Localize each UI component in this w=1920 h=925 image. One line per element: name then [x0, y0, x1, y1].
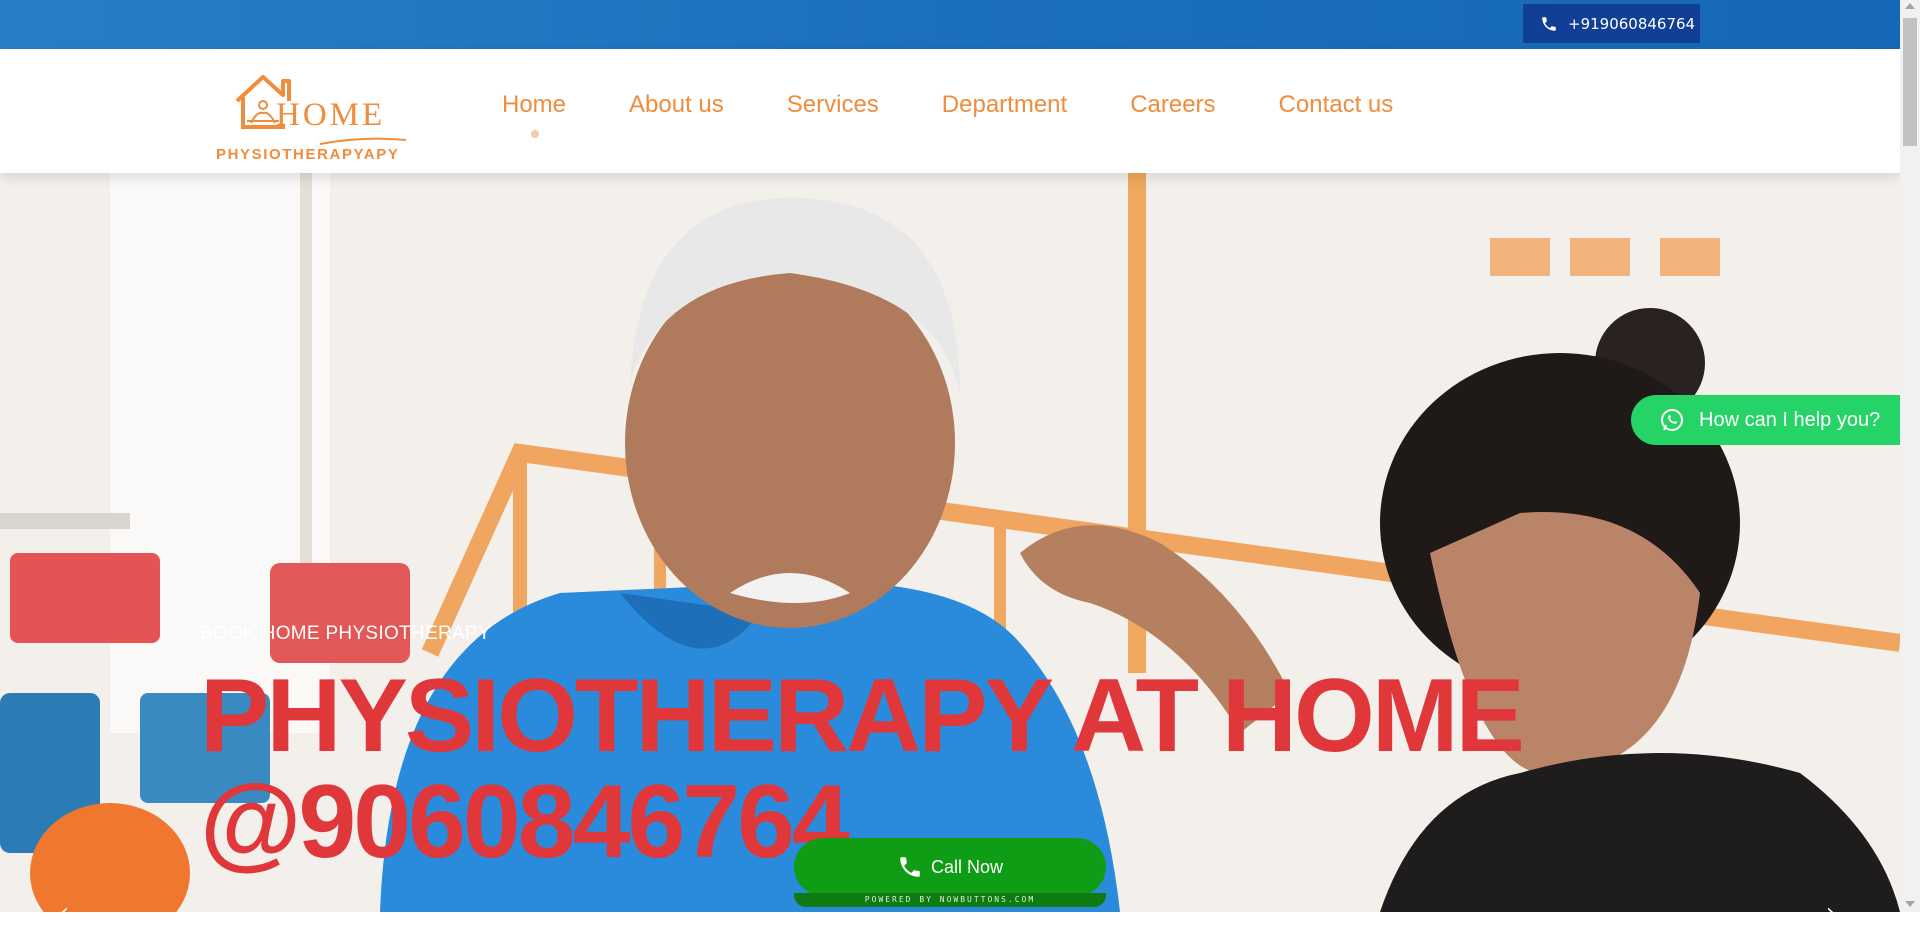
nav-item-contact-us[interactable]: Contact us — [1279, 91, 1394, 119]
active-indicator — [531, 130, 539, 138]
top-bar: +919060846764 — [0, 0, 1900, 49]
nav-item-label: Department — [941, 91, 1068, 118]
hero-slider: BOOK HOME PHYSIOTHERAPY PHYSIOTHERAPY AT… — [0, 173, 1900, 912]
top-phone-number: +919060846764 — [1568, 14, 1696, 33]
hero-headline-line-1: PHYSIOTHERAPY AT HOME — [200, 658, 1525, 774]
main-navbar: HOME PHYSIOTHERAPYAPY Home About us Serv… — [0, 49, 1900, 173]
nav-item-home[interactable]: Home — [502, 91, 567, 138]
scroll-down-arrow-icon[interactable] — [1905, 901, 1915, 907]
phone-icon — [900, 857, 920, 877]
nav-item-label: Contact us — [1278, 91, 1394, 118]
scroll-thumb[interactable] — [1903, 18, 1917, 146]
whatsapp-icon — [1661, 409, 1683, 431]
hero-eyebrow: BOOK HOME PHYSIOTHERAPY — [200, 623, 491, 644]
nav-item-label: About us — [629, 91, 724, 118]
nav-item-label: Services — [786, 91, 879, 118]
top-phone-button[interactable]: +919060846764 — [1523, 4, 1700, 43]
phone-icon — [1542, 16, 1556, 31]
nav-item-label: Home — [502, 91, 567, 118]
site-logo[interactable]: HOME PHYSIOTHERAPYAPY — [214, 69, 414, 169]
powered-by-text: POWERED BY NOWBUTTONS.COM — [794, 893, 1106, 907]
nav-item-services[interactable]: Services — [787, 91, 879, 119]
nav-item-careers[interactable]: Careers — [1130, 91, 1215, 119]
slider-prev-arrow-icon[interactable]: ‹ — [60, 900, 69, 925]
nav-item-label: Careers — [1130, 91, 1216, 118]
slider-next-arrow-icon[interactable]: › — [1826, 900, 1835, 925]
whatsapp-label: How can I help you? — [1699, 408, 1881, 431]
nav-item-about-us[interactable]: About us — [629, 91, 724, 119]
whatsapp-chat-button[interactable]: How can I help you? — [1631, 395, 1900, 445]
nav-menu: Home About us Services Department Career… — [502, 91, 1456, 138]
logo-word: HOME — [276, 97, 386, 133]
scroll-up-arrow-icon[interactable] — [1905, 3, 1915, 9]
call-now-label: Call Now — [930, 856, 1004, 877]
page-scrollbar[interactable] — [1900, 0, 1920, 912]
logo-subtitle: PHYSIOTHERAPYAPY — [216, 146, 400, 163]
call-now-button[interactable]: Call Now — [794, 838, 1106, 896]
nav-item-department[interactable]: Department — [942, 91, 1067, 119]
